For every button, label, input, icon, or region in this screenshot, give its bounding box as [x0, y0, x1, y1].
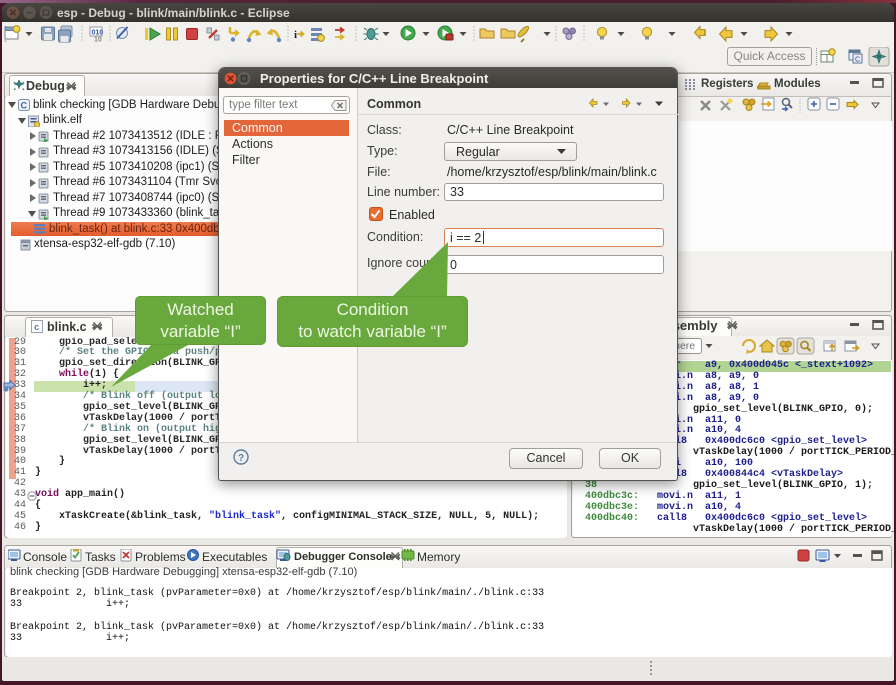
svg-text:c: c [34, 323, 39, 333]
svg-text:?: ? [238, 453, 244, 464]
svg-text:10: 10 [94, 37, 102, 44]
svg-text:010: 010 [92, 30, 104, 37]
svg-text:C: C [855, 57, 860, 64]
svg-text:C: C [21, 101, 28, 111]
svg-text:i: i [294, 29, 297, 41]
